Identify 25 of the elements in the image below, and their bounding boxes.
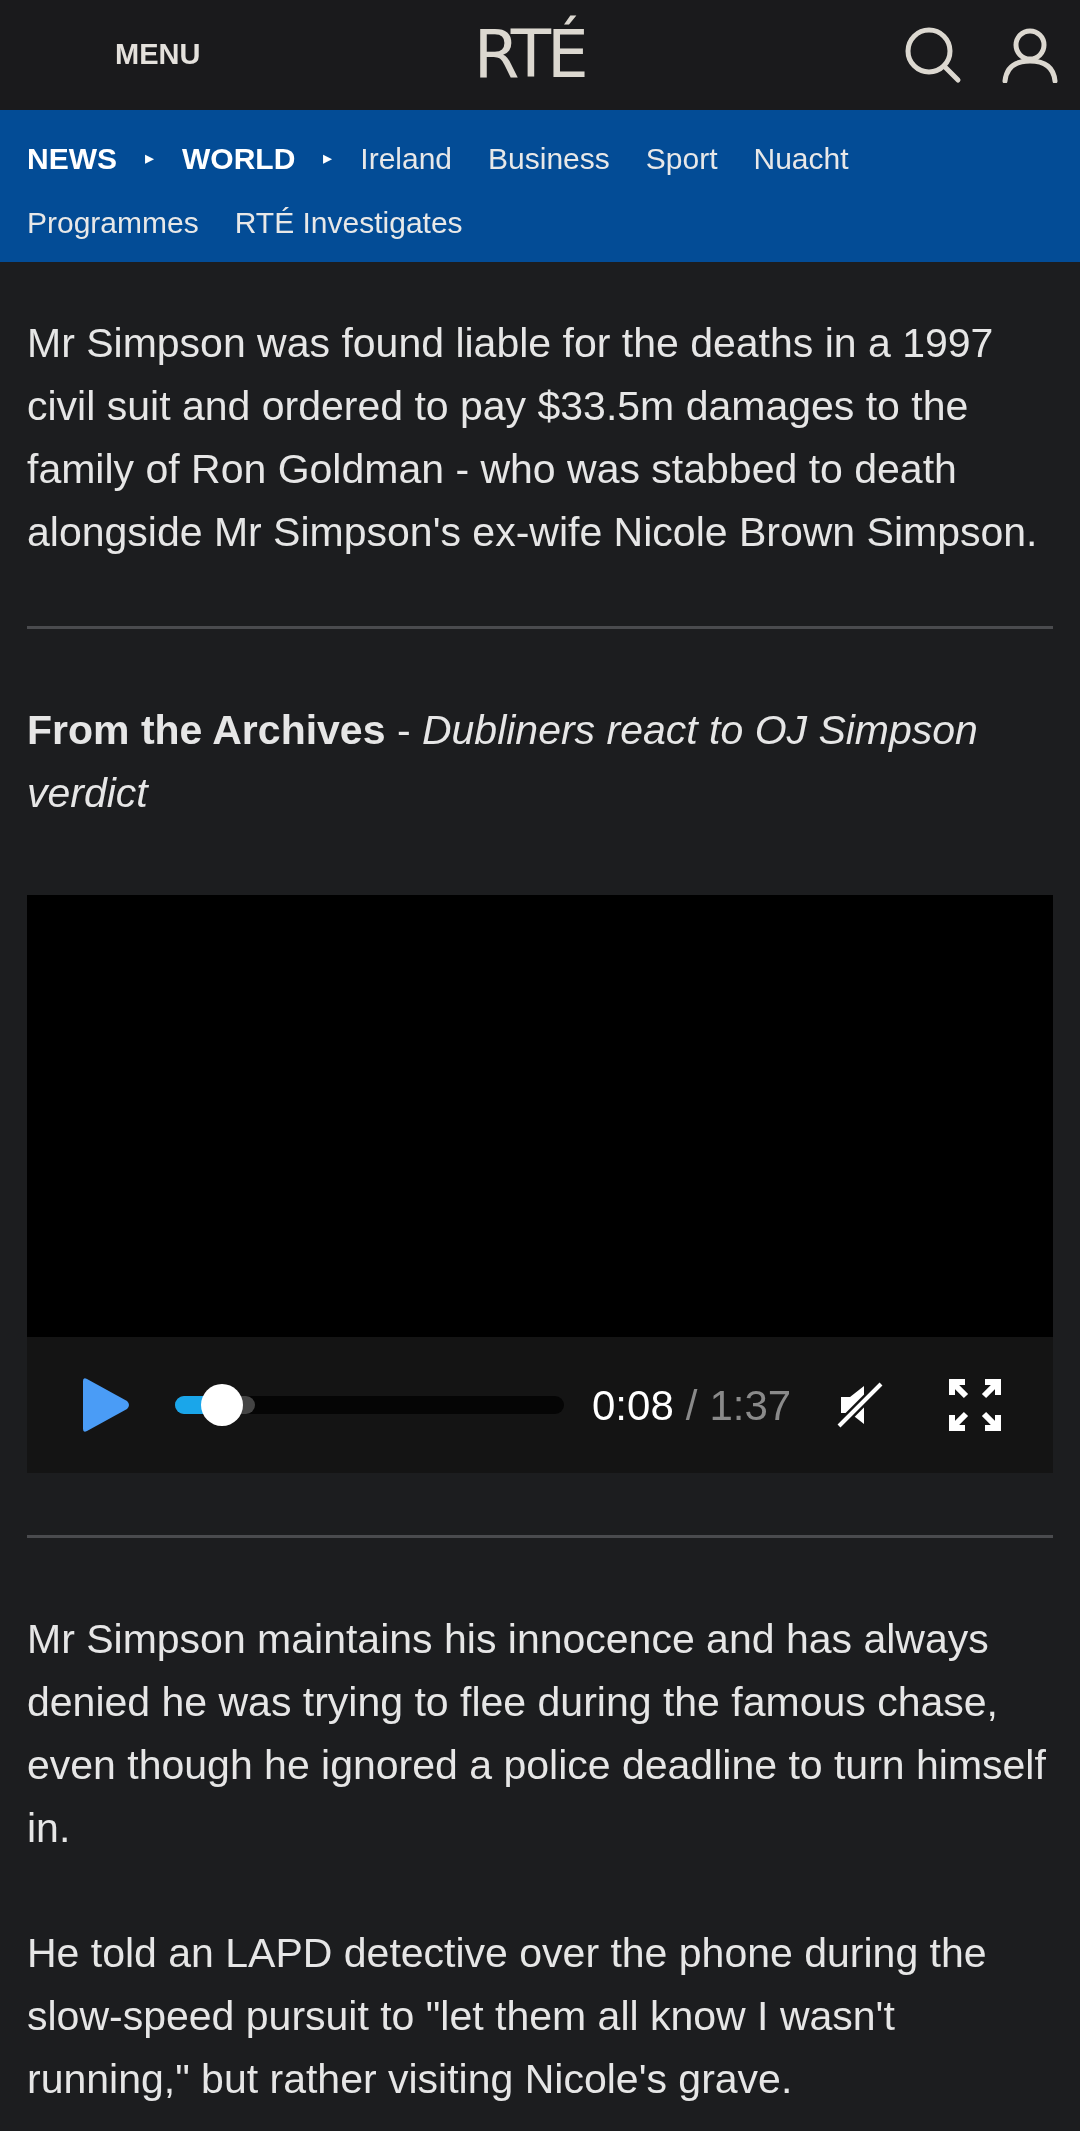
time-separator: / xyxy=(685,1380,698,1431)
current-time: 0:08 xyxy=(592,1380,674,1431)
article-paragraph: Mr Simpson maintains his innocence and has always denied he was trying to flee during the famous chase, even though he ignored a police deadline to turn himself in. xyxy=(26,1615,1047,1853)
nav-link[interactable]: RTÉ Investigates xyxy=(234,194,463,250)
breadcrumb-separator: ▸ xyxy=(145,146,154,170)
article-paragraph: Mr Simpson was found liable for the deaths in a 1997 civil suit and ordered to pay $33.5m damages to the family of Ron Goldman - who was stabbed to death alongside Mr Simpson's ex-wife Nicole Brown Simpson. xyxy=(26,319,1039,557)
nav-link[interactable]: Programmes xyxy=(27,194,199,250)
site-logo[interactable]: RTÉ xyxy=(473,13,591,97)
breadcrumb-link[interactable]: WORLD xyxy=(182,130,296,186)
nav-link[interactable]: Nuacht xyxy=(753,130,849,186)
nav-link[interactable]: Ireland xyxy=(360,130,453,186)
breadcrumb-separator: ▸ xyxy=(323,146,333,170)
search-icon[interactable] xyxy=(904,26,962,84)
user-icon[interactable] xyxy=(1002,27,1058,83)
nav-link[interactable]: Business xyxy=(488,130,610,186)
progress-thumb[interactable] xyxy=(200,1384,243,1426)
duration: 1:37 xyxy=(709,1380,792,1431)
menu-button[interactable]: MENU xyxy=(115,33,201,77)
progress-slider[interactable] xyxy=(175,1384,564,1426)
fullscreen-icon[interactable] xyxy=(949,1379,1001,1431)
breadcrumb-link[interactable]: NEWS xyxy=(27,130,117,186)
article-paragraph: He told an LAPD detective over the phone during the slow-speed pursuit to "let them all know I wasn't running," but rather visiting Nicole's grave. xyxy=(26,1929,988,2104)
muted-speaker-icon[interactable] xyxy=(835,1380,885,1430)
archive-heading: From the Archives - Dubliners react to OJ Simpson verdict xyxy=(26,706,979,818)
nav-link[interactable]: Sport xyxy=(645,130,718,186)
